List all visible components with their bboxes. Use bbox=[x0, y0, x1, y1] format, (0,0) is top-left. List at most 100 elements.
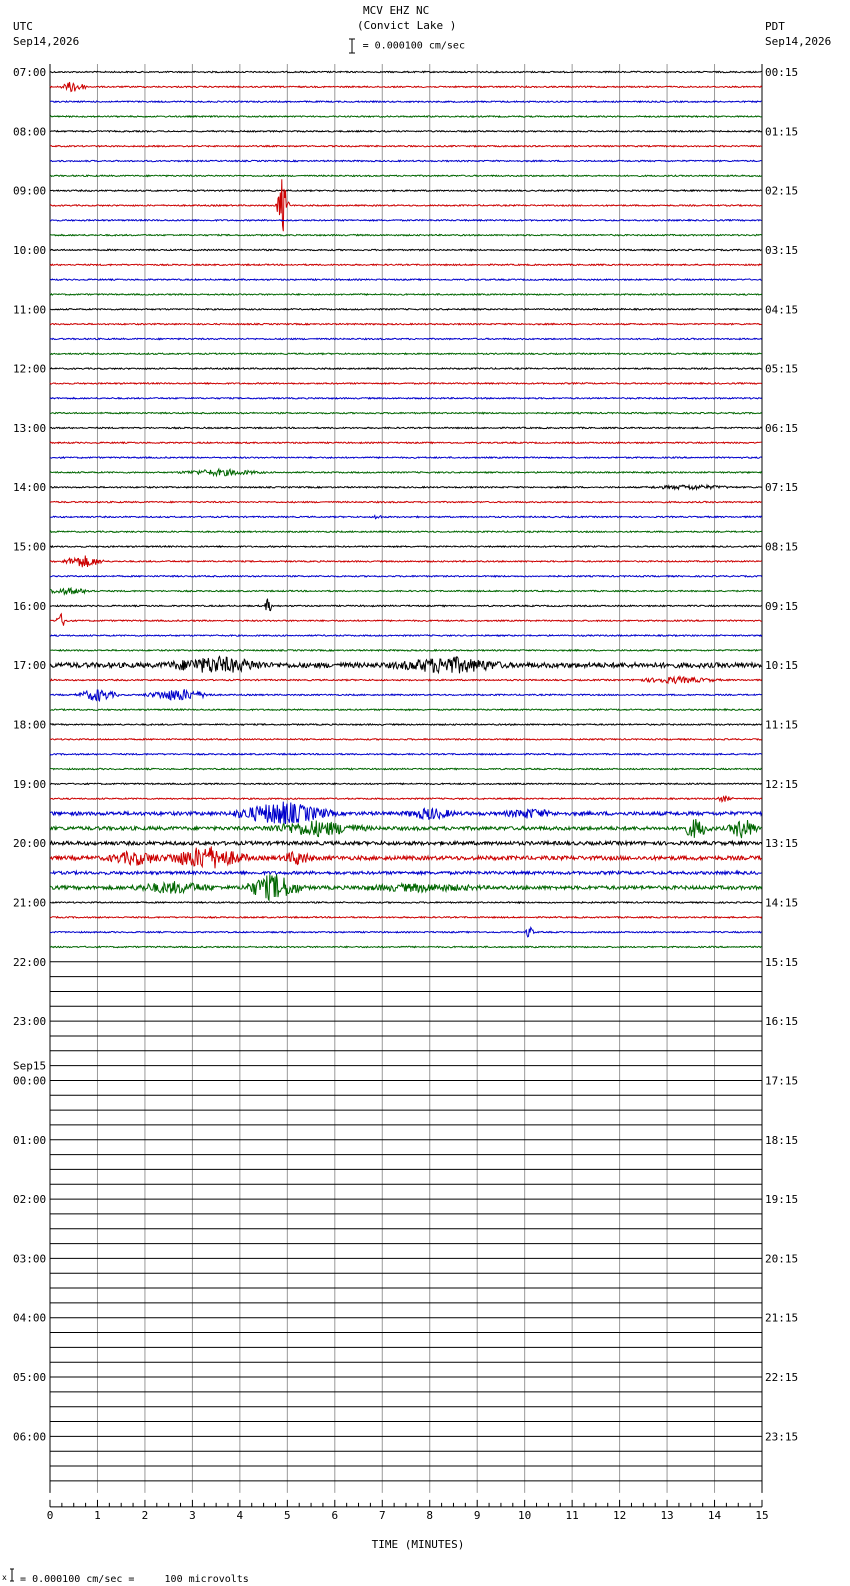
pdt-hour-label: 01:15 bbox=[765, 125, 798, 138]
pdt-hour-label: 15:15 bbox=[765, 956, 798, 969]
trace-line bbox=[50, 144, 762, 148]
trace-line bbox=[49, 322, 762, 326]
seismic-traces bbox=[49, 70, 763, 1482]
utc-hour-label: 10:00 bbox=[13, 244, 46, 257]
utc-hour-label: 08:00 bbox=[13, 125, 46, 138]
trace-line bbox=[49, 70, 762, 74]
trace-line bbox=[50, 514, 763, 520]
utc-hour-label: 17:00 bbox=[13, 659, 46, 672]
utc-hour-label: 19:00 bbox=[13, 778, 46, 791]
pdt-hour-label: 05:15 bbox=[765, 363, 798, 376]
x-tick-label: 7 bbox=[379, 1509, 386, 1522]
x-tick-label: 0 bbox=[47, 1509, 54, 1522]
x-tick-label: 11 bbox=[566, 1509, 579, 1522]
utc-hour-label: 18:00 bbox=[13, 719, 46, 732]
trace-line bbox=[49, 467, 763, 478]
pdt-hour-label: 03:15 bbox=[765, 244, 798, 257]
x-tick-label: 13 bbox=[660, 1509, 673, 1522]
trace-line bbox=[49, 441, 762, 445]
utc-hour-labels: 07:00 08:00 09:00 10:00 11:00 12:00 13:00 14:00… bbox=[13, 66, 46, 1443]
trace-line bbox=[49, 292, 763, 297]
trace-line bbox=[49, 598, 763, 612]
trace-line bbox=[49, 411, 763, 415]
trace-line bbox=[49, 722, 763, 727]
pdt-hour-label: 18:15 bbox=[765, 1134, 798, 1147]
utc-hour-label: 23:00 bbox=[13, 1015, 46, 1028]
x-tick-label: 5 bbox=[284, 1509, 291, 1522]
trace-line bbox=[49, 648, 762, 653]
pdt-hour-label: 07:15 bbox=[765, 481, 798, 494]
svg-text:x: x bbox=[2, 1573, 7, 1582]
trace-line bbox=[49, 869, 762, 877]
utc-hour-label: 02:00 bbox=[13, 1193, 46, 1206]
trace-line bbox=[49, 767, 763, 771]
utc-hour-label: 00:00 bbox=[13, 1074, 46, 1087]
trace-line bbox=[49, 752, 763, 756]
trace-line bbox=[49, 500, 762, 504]
footer-scale-icon: x bbox=[2, 1568, 14, 1586]
x-tick-label: 1 bbox=[94, 1509, 101, 1522]
trace-line bbox=[49, 129, 763, 133]
x-tick-label: 15 bbox=[755, 1509, 768, 1522]
pdt-hour-label: 12:15 bbox=[765, 778, 798, 791]
trace-line bbox=[49, 366, 763, 371]
trace-line bbox=[49, 188, 762, 193]
trace-line bbox=[49, 307, 762, 311]
x-tick-label: 14 bbox=[708, 1509, 722, 1522]
trace-line bbox=[49, 655, 763, 675]
trace-line bbox=[49, 874, 763, 902]
utc-hour-label: 16:00 bbox=[13, 600, 46, 613]
pdt-hour-label: 10:15 bbox=[765, 659, 798, 672]
utc-hour-label: 11:00 bbox=[13, 303, 46, 316]
utc-hour-label: 05:00 bbox=[13, 1371, 46, 1384]
utc-hour-label: 07:00 bbox=[13, 66, 46, 79]
trace-line bbox=[49, 544, 763, 549]
trace-line bbox=[49, 396, 763, 400]
footer-scale-text: = 0.000100 cm/sec = 100 microvolts bbox=[20, 1574, 249, 1585]
utc-hour-label: 12:00 bbox=[13, 363, 46, 376]
x-tick-label: 2 bbox=[142, 1509, 149, 1522]
pdt-hour-label: 09:15 bbox=[765, 600, 798, 613]
pdt-hour-label: 04:15 bbox=[765, 303, 798, 316]
trace-line bbox=[49, 233, 763, 237]
trace-line bbox=[49, 801, 763, 825]
pdt-hour-label: 11:15 bbox=[765, 719, 798, 732]
pdt-hour-label: 00:15 bbox=[765, 66, 798, 79]
trace-line bbox=[49, 707, 762, 712]
trace-line bbox=[49, 114, 762, 119]
trace-line bbox=[49, 900, 763, 905]
trace-line bbox=[49, 555, 763, 568]
trace-line bbox=[49, 586, 762, 596]
trace-line bbox=[49, 352, 762, 356]
trace-line bbox=[49, 612, 763, 626]
trace-line bbox=[49, 179, 762, 232]
trace-line bbox=[49, 795, 763, 803]
utc-hour-label: 14:00 bbox=[13, 481, 46, 494]
utc-hour-label: 03:00 bbox=[13, 1252, 46, 1265]
trace-line bbox=[49, 846, 762, 869]
trace-line bbox=[49, 839, 763, 847]
trace-line bbox=[49, 483, 763, 492]
x-tick-label: 4 bbox=[237, 1509, 244, 1522]
utc-hour-label: 09:00 bbox=[13, 185, 46, 198]
pdt-hour-label: 08:15 bbox=[765, 541, 798, 554]
utc-hour-label: 01:00 bbox=[13, 1134, 46, 1147]
x-tick-label: 12 bbox=[613, 1509, 626, 1522]
seismogram-plot: 07:00 08:00 09:00 10:00 11:00 12:00 13:00 14:00… bbox=[13, 64, 798, 1551]
pdt-hour-label: 17:15 bbox=[765, 1074, 798, 1087]
minute-gridlines bbox=[49, 64, 763, 1493]
trace-line bbox=[49, 337, 763, 341]
time-axis: 0 1 2 3 4 5 6 7 8 9 10 11 12 13 14 15 bbox=[47, 1499, 769, 1522]
pdt-hour-label: 19:15 bbox=[765, 1193, 798, 1206]
trace-line bbox=[49, 945, 762, 949]
trace-line bbox=[49, 688, 763, 703]
x-tick-label: 10 bbox=[518, 1509, 531, 1522]
x-tick-label: 6 bbox=[331, 1509, 338, 1522]
pdt-hour-label: 16:15 bbox=[765, 1015, 798, 1028]
trace-line bbox=[49, 248, 762, 252]
utc-hour-label: 04:00 bbox=[13, 1312, 46, 1325]
utc-date-label: Sep15 bbox=[13, 1059, 46, 1072]
trace-line bbox=[49, 675, 763, 685]
trace-line bbox=[49, 174, 762, 178]
footer-scale: x = 0.000100 cm/sec = 100 microvolts bbox=[2, 1568, 249, 1586]
